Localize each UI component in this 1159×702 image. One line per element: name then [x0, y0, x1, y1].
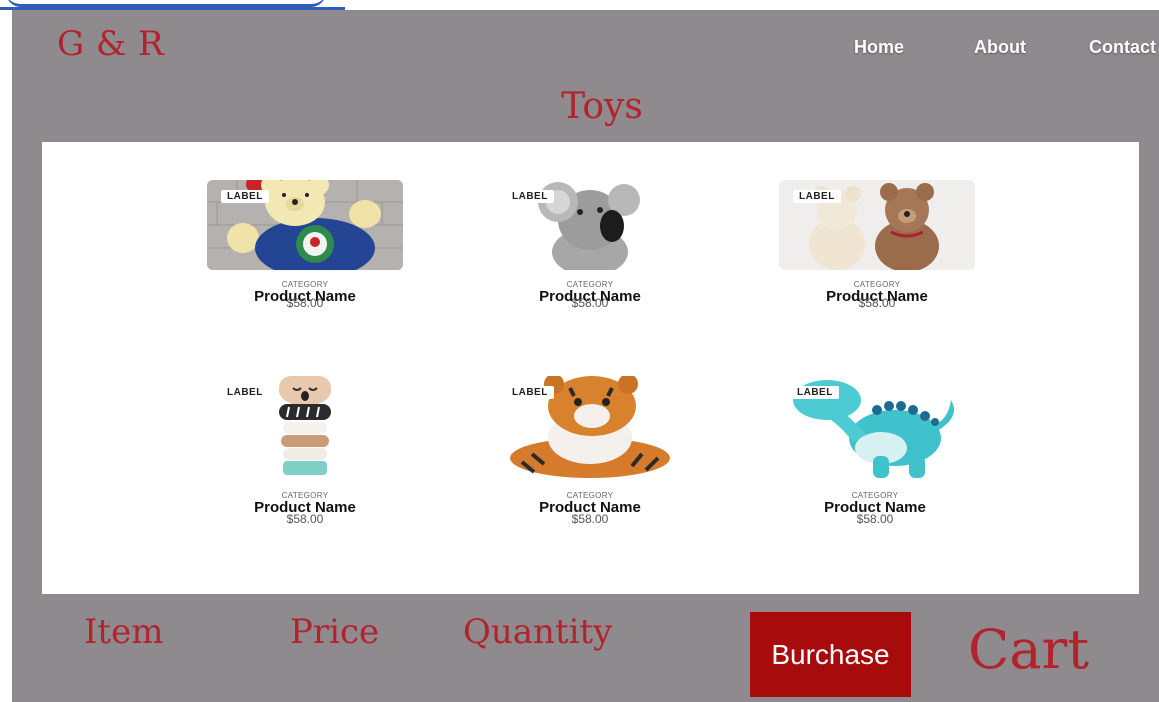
- product-image-tiger[interactable]: LABEL: [492, 376, 688, 481]
- product-card[interactable]: LABEL CATEGORY Product Name $58.00: [207, 376, 403, 525]
- page-title: Toys: [561, 86, 643, 127]
- product-label-badge: LABEL: [793, 190, 841, 203]
- product-price: $58.00: [571, 512, 609, 526]
- product-card[interactable]: LABEL CATEGORY Product Name $58.00: [492, 376, 688, 525]
- product-grid: LABEL CATEGORY Product Name $58.00 LABEL…: [42, 142, 1139, 594]
- product-label-badge: LABEL: [791, 386, 839, 399]
- product-label-badge: LABEL: [506, 190, 554, 203]
- product-price: $58.00: [858, 296, 896, 310]
- purchase-button[interactable]: Burchase: [750, 612, 911, 697]
- brand-logo[interactable]: G & R: [57, 24, 164, 64]
- product-label-badge: LABEL: [506, 386, 554, 399]
- product-price: $58.00: [286, 512, 324, 526]
- product-image-stacking-toy[interactable]: LABEL: [207, 376, 403, 481]
- product-card[interactable]: LABEL CATEGORY Product Name $58.00: [777, 376, 973, 525]
- product-label-badge: LABEL: [221, 386, 269, 399]
- product-image-koala[interactable]: LABEL: [492, 180, 688, 270]
- quantity-column-label: Quantity: [463, 612, 613, 652]
- product-image-teddy-pair[interactable]: LABEL: [779, 180, 975, 270]
- product-card[interactable]: LABEL CATEGORY Product Name $58.00: [779, 180, 975, 309]
- top-edge-curve: [6, 0, 326, 7]
- product-price: $58.00: [571, 296, 609, 310]
- nav-home[interactable]: Home: [854, 37, 904, 58]
- product-image-dinosaur[interactable]: LABEL: [777, 376, 973, 481]
- product-image-teddy-sweater[interactable]: LABEL: [207, 180, 403, 270]
- top-edge-decoration: [0, 0, 345, 10]
- product-price: $58.00: [286, 296, 324, 310]
- item-column-label: Item: [84, 612, 164, 652]
- nav-contact[interactable]: Contact: [1089, 37, 1156, 58]
- nav-about[interactable]: About: [974, 37, 1026, 58]
- price-column-label: Price: [290, 612, 380, 652]
- product-card[interactable]: LABEL CATEGORY Product Name $58.00: [492, 180, 688, 309]
- product-card[interactable]: LABEL CATEGORY Product Name $58.00: [207, 180, 403, 309]
- page-frame: G & R Home About Contact Toys LABEL CATE…: [12, 10, 1159, 702]
- product-price: $58.00: [856, 512, 894, 526]
- cart-link[interactable]: Cart: [968, 618, 1089, 681]
- product-label-badge: LABEL: [221, 190, 269, 203]
